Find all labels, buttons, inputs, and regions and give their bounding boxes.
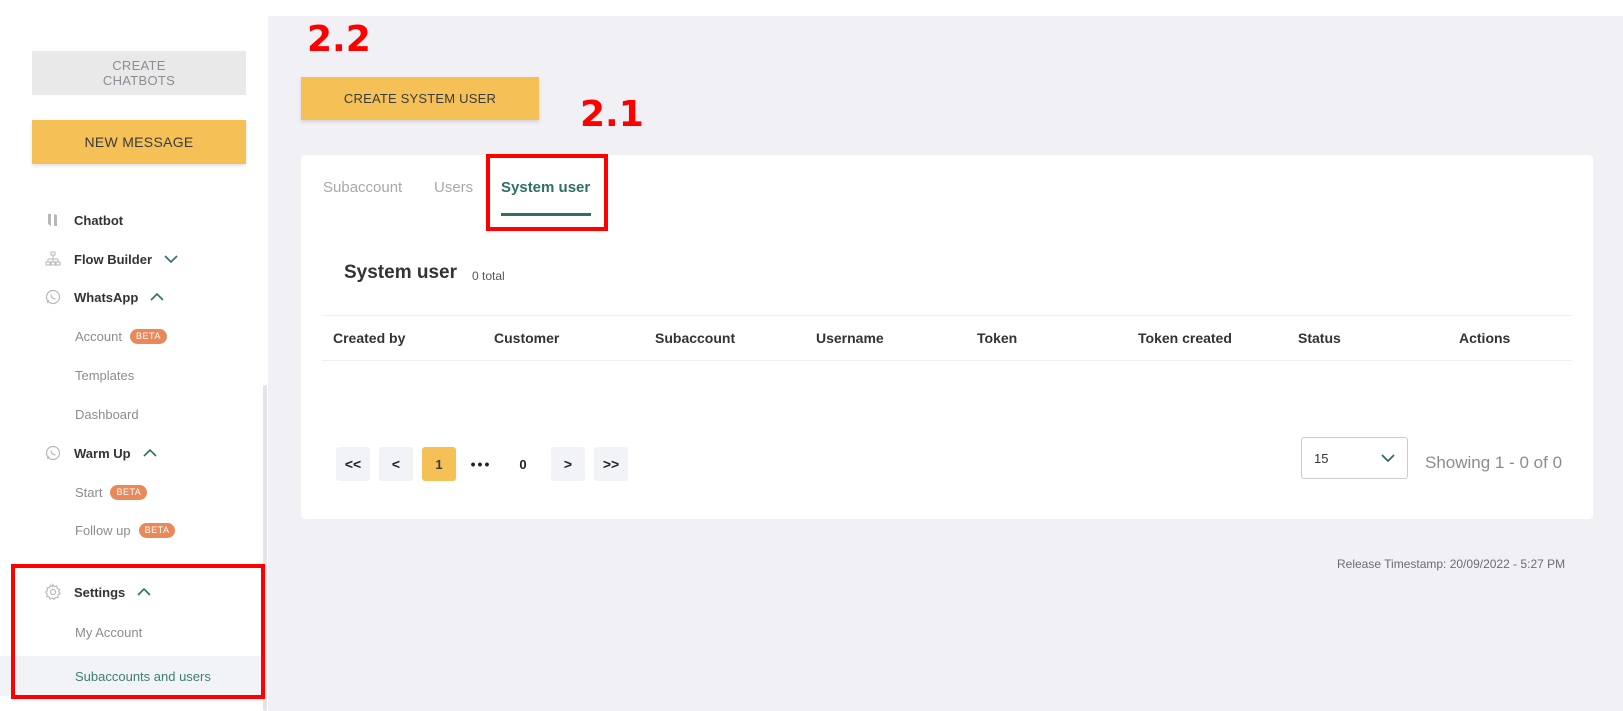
next-page-button[interactable]: > bbox=[551, 447, 585, 481]
beta-badge: BETA bbox=[138, 522, 176, 538]
sidebar-item-label: Start bbox=[75, 484, 103, 500]
sidebar-item-dashboard[interactable]: Dashboard bbox=[75, 404, 139, 424]
tab-subaccount[interactable]: Subaccount bbox=[323, 179, 402, 196]
chevron-down-icon[interactable] bbox=[164, 254, 178, 264]
sidebar-item-label: Follow up bbox=[75, 522, 131, 538]
sidebar-item-label: Warm Up bbox=[74, 445, 131, 461]
column-header-created-by[interactable]: Created by bbox=[333, 330, 405, 346]
sidebar-item-label: WhatsApp bbox=[74, 289, 139, 305]
sitemap-icon bbox=[44, 250, 62, 268]
chevron-up-icon[interactable] bbox=[143, 448, 157, 458]
current-page-button[interactable]: 1 bbox=[422, 447, 456, 481]
showing-range: Showing 1 - 0 of 0 bbox=[1425, 453, 1563, 472]
sidebar-item-follow-up[interactable]: Follow up BETA bbox=[75, 520, 176, 540]
chevron-up-icon[interactable] bbox=[150, 292, 164, 302]
sidebar-item-label: Flow Builder bbox=[74, 251, 152, 267]
column-header-token-created[interactable]: Token created bbox=[1138, 330, 1232, 346]
sidebar-item-label: Account bbox=[75, 328, 122, 344]
column-header-actions[interactable]: Actions bbox=[1459, 330, 1510, 346]
table-header: Created by Customer Subaccount Username … bbox=[322, 315, 1572, 361]
beta-badge: BETA bbox=[110, 484, 148, 500]
whatsapp-icon bbox=[44, 288, 62, 306]
section-title: System user bbox=[344, 262, 458, 283]
column-header-status[interactable]: Status bbox=[1298, 330, 1341, 346]
beta-badge: BETA bbox=[129, 328, 167, 344]
sidebar-item-label: Dashboard bbox=[75, 406, 139, 422]
chevron-down-icon bbox=[1381, 451, 1395, 466]
sidebar-item-account[interactable]: Account BETA bbox=[75, 326, 167, 346]
pagination-ellipsis: ••• bbox=[470, 456, 492, 472]
column-header-subaccount[interactable]: Subaccount bbox=[655, 330, 735, 346]
sidebar-item-whatsapp[interactable]: WhatsApp bbox=[44, 286, 164, 308]
chatbot-icon bbox=[44, 211, 62, 229]
sidebar-item-warm-up[interactable]: Warm Up bbox=[44, 442, 157, 464]
last-page-number[interactable]: 0 bbox=[506, 447, 540, 481]
column-header-token[interactable]: Token bbox=[977, 330, 1017, 346]
sidebar-item-label: Templates bbox=[75, 367, 135, 383]
column-header-username[interactable]: Username bbox=[816, 330, 884, 346]
prev-page-button[interactable]: < bbox=[379, 447, 413, 481]
tab-users[interactable]: Users bbox=[434, 179, 473, 196]
sidebar-item-chatbot[interactable]: Chatbot bbox=[44, 209, 123, 231]
per-page-select[interactable]: 15 bbox=[1301, 437, 1408, 479]
first-page-button[interactable]: << bbox=[336, 447, 370, 481]
sidebar-item-label: Chatbot bbox=[74, 212, 124, 228]
whatsapp-icon bbox=[44, 444, 62, 462]
release-timestamp: Release Timestamp: 20/09/2022 - 5:27 PM bbox=[1337, 557, 1566, 571]
new-message-button[interactable]: NEW MESSAGE bbox=[32, 120, 246, 164]
create-chatbots-button[interactable]: CREATE CHATBOTS bbox=[32, 51, 246, 95]
annotation-label-2-1: 2.1 bbox=[580, 94, 644, 135]
annotation-box-system-user-tab bbox=[486, 154, 608, 231]
annotation-box-settings bbox=[11, 564, 265, 699]
total-count: 0 total bbox=[472, 269, 505, 283]
column-header-customer[interactable]: Customer bbox=[494, 330, 559, 346]
sidebar-item-start[interactable]: Start BETA bbox=[75, 482, 148, 502]
sidebar-item-templates[interactable]: Templates bbox=[75, 365, 134, 385]
per-page-value: 15 bbox=[1314, 450, 1329, 466]
create-system-user-button[interactable]: CREATE SYSTEM USER bbox=[301, 77, 539, 120]
app-root: CREATE CHATBOTS NEW MESSAGE Chatbot Flow… bbox=[0, 0, 1623, 711]
last-page-button[interactable]: >> bbox=[594, 447, 628, 481]
sidebar-item-flow-builder[interactable]: Flow Builder bbox=[44, 248, 178, 270]
annotation-label-2-2: 2.2 bbox=[307, 19, 371, 60]
